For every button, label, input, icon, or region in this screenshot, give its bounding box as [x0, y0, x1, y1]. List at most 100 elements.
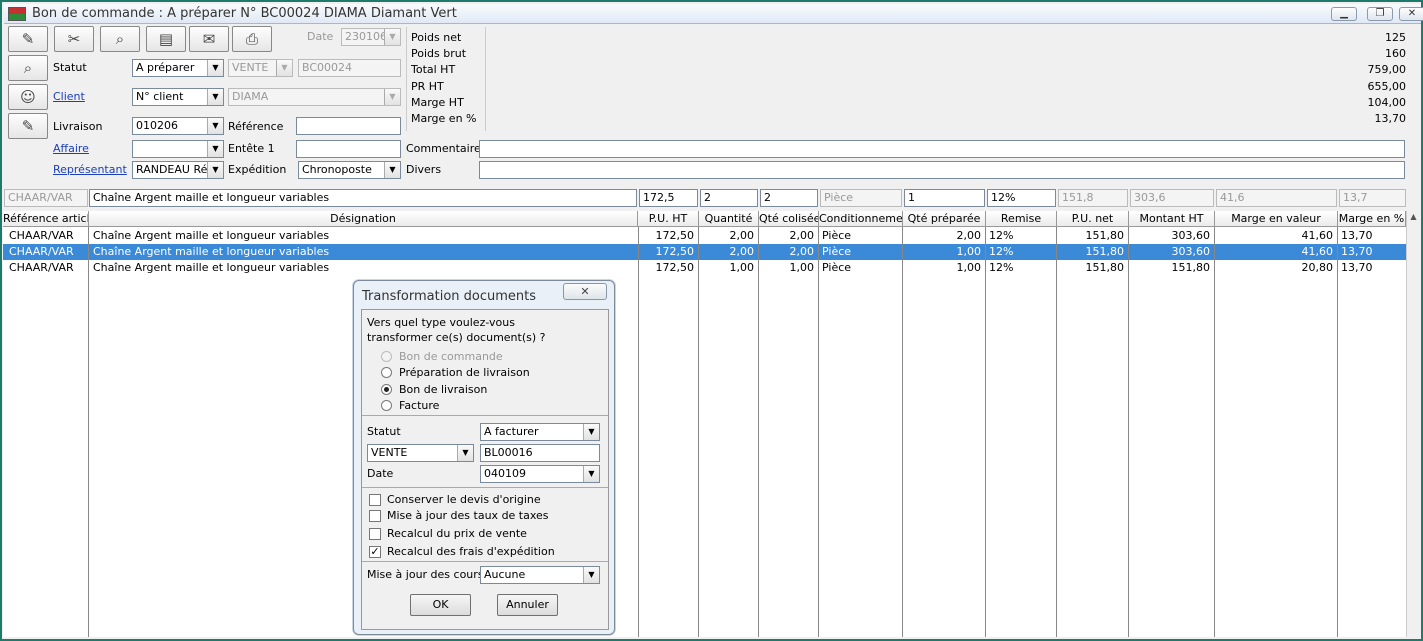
checkbox-conserver-devis[interactable]	[369, 494, 381, 506]
representant-link[interactable]: Représentant	[53, 163, 127, 176]
cell-pu: 172,50	[655, 245, 695, 258]
chevron-down-icon[interactable]: ▼	[207, 89, 223, 105]
affaire-link[interactable]: Affaire	[53, 142, 89, 155]
cancel-button[interactable]: Annuler	[497, 594, 558, 616]
client-value: DIAMA	[232, 90, 269, 103]
col-header-qty[interactable]: Quantité	[699, 211, 759, 227]
total-label: PR HT	[411, 80, 444, 93]
col-header-pu[interactable]: P.U. HT	[638, 211, 699, 227]
vertical-scrollbar[interactable]: ▲	[1406, 211, 1420, 637]
cell-punet: 151,80	[1085, 229, 1125, 242]
close-window-button[interactable]: ✕	[1399, 7, 1423, 21]
dialog-body: Vers quel type voulez-vous transformer c…	[361, 309, 609, 630]
total-row: PR HT 655,00	[411, 80, 1406, 96]
tools-icon[interactable]: ✂	[54, 26, 94, 52]
print-icon[interactable]: ⎙	[232, 26, 272, 52]
dialog-statut-combo[interactable]: A facturer ▼	[480, 423, 600, 441]
col-header-remise[interactable]: Remise	[986, 211, 1057, 227]
search-icon[interactable]: ⌕	[100, 26, 140, 52]
option-bon-de-livraison[interactable]: Bon de livraison	[399, 383, 487, 396]
check-maj-taux-label[interactable]: Mise à jour des taux de taxes	[387, 509, 549, 522]
dialog-numero-field[interactable]: BL00016	[480, 444, 600, 462]
entete-input[interactable]	[296, 140, 401, 158]
reference-input[interactable]	[296, 117, 401, 135]
affaire-combo[interactable]: ▼	[132, 140, 224, 158]
client-type-combo[interactable]: N° client ▼	[132, 88, 224, 106]
commentaires-input[interactable]	[479, 140, 1405, 158]
chevron-down-icon[interactable]: ▼	[384, 162, 400, 178]
edit-icon[interactable]: ✎	[8, 26, 48, 52]
check-conserver-devis-label[interactable]: Conserver le devis d'origine	[387, 493, 541, 506]
cell-punet: 151,80	[1085, 245, 1125, 258]
edit-prep-field[interactable]: 1	[904, 189, 985, 207]
book-icon[interactable]: ▤	[146, 26, 186, 52]
cell-prep: 2,00	[956, 229, 982, 242]
cell-ref: CHAAR/VAR	[9, 245, 74, 258]
dialog-date-combo[interactable]: 040109 ▼	[480, 465, 600, 483]
cell-margepct: 13,70	[1341, 229, 1373, 242]
chevron-down-icon[interactable]: ▼	[583, 424, 599, 440]
divider	[362, 487, 608, 488]
check-recalcul-frais-label[interactable]: Recalcul des frais d'expédition	[387, 545, 555, 558]
expedition-combo[interactable]: Chronoposte ▼	[298, 161, 401, 179]
col-header-designation[interactable]: Désignation	[89, 211, 638, 227]
check-recalcul-prix-label[interactable]: Recalcul du prix de vente	[387, 527, 527, 540]
checkbox-maj-taux[interactable]	[369, 510, 381, 522]
edit-qty-field[interactable]: 2	[700, 189, 758, 207]
representant-combo[interactable]: RANDEAU Ré ▼	[132, 161, 224, 179]
dialog-statut-label: Statut	[367, 425, 401, 438]
scroll-up-icon[interactable]: ▲	[1408, 212, 1419, 224]
total-row: Poids brut 160	[411, 47, 1406, 63]
edit-montant-field: 303,6	[1130, 189, 1214, 207]
col-header-ref[interactable]: Référence article	[3, 211, 89, 227]
chevron-down-icon: ▼	[384, 29, 400, 45]
client-type-value: N° client	[136, 90, 184, 103]
dialog-close-button[interactable]: ✕	[563, 283, 607, 300]
cell-pu: 172,50	[655, 261, 695, 274]
expedition-label: Expédition	[228, 163, 287, 176]
col-header-colisee[interactable]: Qté colisée	[759, 211, 819, 227]
cell-pu: 172,50	[655, 229, 695, 242]
restore-button[interactable]: ❐	[1367, 7, 1393, 21]
date-combo: 230106 ▼	[341, 28, 401, 46]
col-header-cond[interactable]: Conditionnement	[819, 211, 903, 227]
cours-value: Aucune	[484, 568, 526, 581]
option-preparation-livraison[interactable]: Préparation de livraison	[399, 366, 530, 379]
edit-designation-field[interactable]: Chaîne Argent maille et longueur variabl…	[89, 189, 637, 207]
edit-margepct-field: 13,7	[1339, 189, 1406, 207]
client-link[interactable]: Client	[53, 90, 85, 103]
delivery-icon[interactable]: ✎	[8, 113, 48, 139]
checkbox-recalcul-frais[interactable]: ✓	[369, 546, 381, 558]
edit-colisee-field[interactable]: 2	[760, 189, 818, 207]
client-icon[interactable]: ☺	[8, 84, 48, 110]
mail-icon[interactable]: ✉	[189, 26, 229, 52]
minimize-button[interactable]: ▁	[1331, 7, 1357, 21]
col-header-prep[interactable]: Qté préparée	[903, 211, 986, 227]
chevron-down-icon[interactable]: ▼	[207, 118, 223, 134]
total-row: Marge en % 13,70	[411, 112, 1406, 128]
checkbox-recalcul-prix[interactable]	[369, 528, 381, 540]
edit-remise-field[interactable]: 12%	[987, 189, 1056, 207]
col-header-margepct[interactable]: Marge en %	[1338, 211, 1406, 227]
radio-bon-de-livraison[interactable]	[381, 384, 392, 395]
option-facture[interactable]: Facture	[399, 399, 439, 412]
chevron-down-icon[interactable]: ▼	[583, 466, 599, 482]
radio-facture[interactable]	[381, 400, 392, 411]
edit-pu-field[interactable]: 172,5	[639, 189, 698, 207]
chevron-down-icon[interactable]: ▼	[207, 162, 223, 178]
col-header-montant[interactable]: Montant HT	[1129, 211, 1215, 227]
search-person-icon[interactable]: ⌕	[8, 55, 48, 81]
dialog-type-combo[interactable]: VENTE ▼	[367, 444, 474, 462]
chevron-down-icon[interactable]: ▼	[207, 60, 223, 76]
chevron-down-icon[interactable]: ▼	[583, 567, 599, 583]
chevron-down-icon[interactable]: ▼	[207, 141, 223, 157]
col-header-punet[interactable]: P.U. net	[1057, 211, 1129, 227]
chevron-down-icon[interactable]: ▼	[457, 445, 473, 461]
statut-combo[interactable]: A préparer ▼	[132, 59, 224, 77]
livraison-combo[interactable]: 010206 ▼	[132, 117, 224, 135]
cours-combo[interactable]: Aucune ▼	[480, 566, 600, 584]
ok-button[interactable]: OK	[410, 594, 471, 616]
radio-preparation-livraison[interactable]	[381, 367, 392, 378]
col-header-marge[interactable]: Marge en valeur	[1215, 211, 1338, 227]
divers-input[interactable]	[479, 161, 1405, 179]
